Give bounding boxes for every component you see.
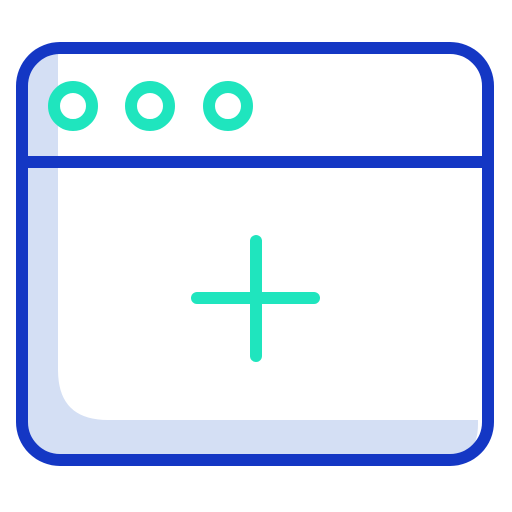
window-controls — [48, 81, 253, 131]
plus-icon — [191, 235, 320, 362]
window-dot-3-icon — [203, 81, 253, 131]
icon-canvas — [0, 0, 512, 512]
window-dot-1-icon — [48, 81, 98, 131]
add-new-window-icon — [16, 42, 494, 466]
window-dot-2-icon — [125, 81, 175, 131]
